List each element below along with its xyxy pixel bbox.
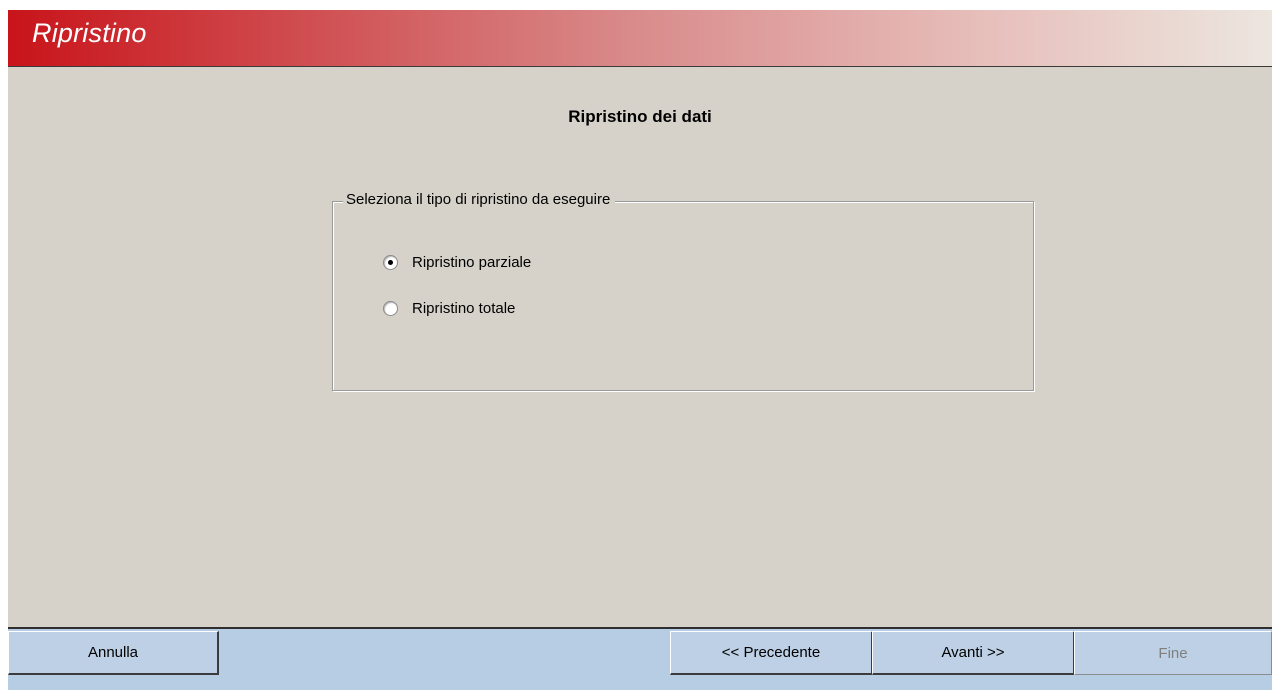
window-title: Ripristino [32,18,147,48]
next-button[interactable]: Avanti >> [872,631,1075,675]
cancel-button[interactable]: Annulla [8,631,219,675]
restore-wizard-window: Ripristino Ripristino dei dati Seleziona… [8,10,1272,690]
title-bar: Ripristino [8,10,1272,67]
finish-button[interactable]: Fine [1074,631,1272,675]
radio-button-selected-icon[interactable] [383,255,398,270]
groupbox-legend: Seleziona il tipo di ripristino da esegu… [343,191,616,208]
restore-type-groupbox: Seleziona il tipo di ripristino da esegu… [332,191,1034,391]
radio-partial-label[interactable]: Ripristino parziale [412,254,531,271]
wizard-button-bar: Annulla << Precedente Avanti >> Fine [8,627,1272,690]
previous-button[interactable]: << Precedente [670,631,873,675]
radio-total-restore[interactable]: Ripristino totale [383,300,515,317]
page-heading: Ripristino dei dati [568,107,712,126]
radio-total-label[interactable]: Ripristino totale [412,300,515,317]
wizard-content: Ripristino dei dati Seleziona il tipo di… [8,67,1272,627]
radio-partial-restore[interactable]: Ripristino parziale [383,254,531,271]
radio-button-icon[interactable] [383,301,398,316]
radio-dot-icon [388,260,393,265]
